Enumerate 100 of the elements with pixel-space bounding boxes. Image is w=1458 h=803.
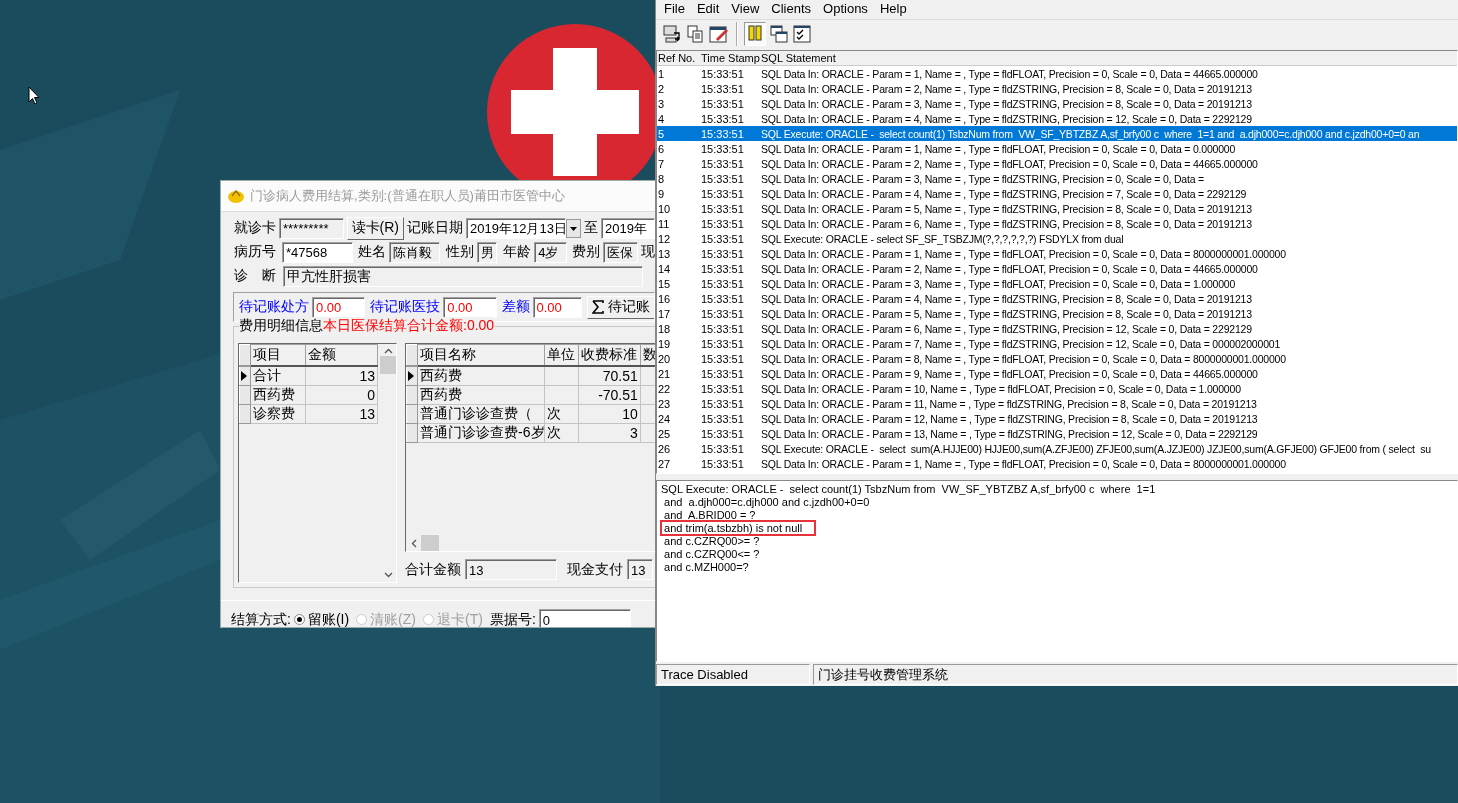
table-cell: 普通门诊诊查费-6岁 [417, 423, 545, 443]
trace-row[interactable]: 1 15:33:51 SQL Data In: ORACLE - Param = 1, Name = , Type = fldFLOAT, Precision = 0, Scale = 0, Data = 44665.000000 [657, 66, 1457, 81]
settlement-total: 本日医保结算合计金额:0.00 [323, 317, 495, 335]
trace-row[interactable]: 17 15:33:51 SQL Data In: ORACLE - Param = 5, Name = , Type = fldZSTRING, Precision = 8, Scale = 0, Data = 20191213 [657, 306, 1457, 321]
edit-icon[interactable] [708, 24, 730, 44]
sex-field[interactable]: 男 [477, 241, 498, 263]
trace-row[interactable]: 19 15:33:51 SQL Data In: ORACLE - Param = 7, Name = , Type = fldZSTRING, Precision = 12, Scale = 0, Data = 000002000001 [657, 336, 1457, 351]
menu-item[interactable]: View [725, 1, 766, 16]
trace-row[interactable]: 21 15:33:51 SQL Data In: ORACLE - Param = 9, Name = , Type = fldFLOAT, Precision = 0, Scale = 0, Data = 44665.000000 [657, 366, 1457, 381]
column-header[interactable]: 金额 [305, 344, 378, 366]
scroll-up-icon[interactable] [383, 348, 393, 354]
trace-row[interactable]: 15 15:33:51 SQL Data In: ORACLE - Param = 3, Name = , Type = fldFLOAT, Precision = 0, Scale = 0, Data = 1.000000 [657, 276, 1457, 291]
trace-row[interactable]: 7 15:33:51 SQL Data In: ORACLE - Param = 2, Name = , Type = fldFLOAT, Precision = 0, Scale = 0, Data = 44665.000000 [657, 156, 1457, 171]
trace-row[interactable]: 16 15:33:51 SQL Data In: ORACLE - Param = 4, Name = , Type = fldZSTRING, Precision = 8, Scale = 0, Data = 20191213 [657, 291, 1457, 306]
age-field[interactable]: 4岁 [534, 241, 567, 263]
column-header[interactable]: 收费标准 [578, 344, 641, 366]
app-icon [227, 188, 245, 204]
table-cell: 次 [544, 404, 579, 424]
trace-row[interactable]: 8 15:33:51 SQL Data In: ORACLE - Param = 3, Name = , Type = fldZSTRING, Precision = 0, Scale = 0, Data = [657, 171, 1457, 186]
scroll-down-icon[interactable] [383, 572, 393, 578]
table-cell: 西药费 [250, 385, 306, 405]
trace-row[interactable]: 25 15:33:51 SQL Data In: ORACLE - Param = 13, Name = , Type = fldZSTRING, Precision = 12, Scale = 0, Data = 2292129 [657, 426, 1457, 441]
date-field[interactable]: 2019年12月13日 [466, 217, 567, 239]
trace-row[interactable]: 2 15:33:51 SQL Data In: ORACLE - Param = 2, Name = , Type = fldZSTRING, Precision = 8, Scale = 0, Data = 20191213 [657, 81, 1457, 96]
column-header[interactable]: Ref No. [657, 52, 701, 64]
trace-row[interactable]: 9 15:33:51 SQL Data In: ORACLE - Param = 4, Name = , Type = fldZSTRING, Precision = 7, Scale = 0, Data = 2292129 [657, 186, 1457, 201]
scroll-left-icon[interactable] [411, 538, 417, 548]
table-cell: 13 [305, 366, 378, 386]
copy-icon[interactable] [685, 24, 705, 44]
card-field[interactable]: ********* [279, 217, 344, 239]
scroll-thumb[interactable] [380, 356, 396, 374]
trace-row[interactable]: 14 15:33:51 SQL Data In: ORACLE - Param = 2, Name = , Type = fldFLOAT, Precision = 0, Scale = 0, Data = 44665.000000 [657, 261, 1457, 276]
field-label: 年龄 [503, 243, 532, 261]
total-field[interactable]: 13 [465, 559, 557, 580]
menu-item[interactable]: Options [817, 1, 874, 16]
trace-row[interactable]: 10 15:33:51 SQL Data In: ORACLE - Param = 5, Name = , Type = fldZSTRING, Precision = 8, Scale = 0, Data = 20191213 [657, 201, 1457, 216]
radio-option[interactable]: 留账(I) [293, 610, 350, 627]
menu-item[interactable]: File [658, 1, 691, 16]
scroll-thumb[interactable] [421, 535, 439, 551]
trace-row[interactable]: 26 15:33:51 SQL Execute: ORACLE - select sum(A.HJJE00) HJJE00,sum(A.ZFJE00) ZFJE00,sum(A.JZJE00) JZJE00,sum(A.GFJE00) GFJE00 from ( select su [657, 441, 1457, 456]
trace-row[interactable]: 18 15:33:51 SQL Data In: ORACLE - Param = 6, Name = , Type = fldZSTRING, Precision = 12, Scale = 0, Data = 2292129 [657, 321, 1457, 336]
menu-item[interactable]: Clients [765, 1, 818, 16]
table-cell: -70.51 [578, 385, 641, 405]
name-field[interactable]: 陈肖毅 [388, 241, 441, 263]
sql-text-area[interactable]: SQL Execute: ORACLE - select count(1) TsbzNum from VW_SF_YBTZBZ A,sf_brfy00 c where 1=1 and a.djh000=c.djh000 and c.jzdh00+0=0 and A.BRID00 = ? and trim(a.tsbzbh) is not null and c.CZRQ00>= ? and c.CZRQ00<= ? and c.MZH000=? [656, 480, 1458, 662]
trace-row[interactable]: 11 15:33:51 SQL Data In: ORACLE - Param = 6, Name = , Type = fldZSTRING, Precision = 8, Scale = 0, Data = 20191213 [657, 216, 1457, 231]
menu-item[interactable]: Edit [690, 1, 726, 16]
record-number-field[interactable]: *47568 [281, 241, 353, 263]
field-label: 记账日期 [407, 219, 464, 237]
pause-icon [746, 24, 764, 42]
trace-row[interactable]: 22 15:33:51 SQL Data In: ORACLE - Param = 10, Name = , Type = fldFLOAT, Precision = 0, Scale = 0, Data = 1.000000 [657, 381, 1457, 396]
trace-row[interactable]: 6 15:33:51 SQL Data In: ORACLE - Param = 1, Name = , Type = fldFLOAT, Precision = 0, Scale = 0, Data = 0.000000 [657, 141, 1457, 156]
field-label: 至 [584, 219, 599, 237]
field-label: 性别 [446, 243, 475, 261]
status-text: Trace Disabled [656, 664, 810, 685]
field-label: 合计金额 [405, 560, 461, 579]
dropdown-icon[interactable] [566, 218, 582, 238]
table-cell: 70.51 [578, 366, 641, 386]
group-title: 费用明细信息 [239, 317, 323, 335]
trace-row[interactable]: 12 15:33:51 SQL Execute: ORACLE - select SF_SF_TSBZJM(?,?,?,?,?,?) FSDYLX from dual [657, 231, 1457, 246]
trace-row[interactable]: 23 15:33:51 SQL Data In: ORACLE - Param = 11, Name = , Type = fldZSTRING, Precision = 8, Scale = 0, Data = 20191213 [657, 396, 1457, 411]
windows-icon[interactable] [769, 24, 789, 44]
table-cell: 西药费 [417, 385, 545, 405]
read-card-button[interactable]: 读卡(R) [346, 216, 405, 240]
field-label: 病历号 [234, 243, 277, 261]
amount-field[interactable]: 0.00 [443, 296, 497, 318]
window-title: 门诊病人费用结算,类别:(普通在职人员)莆田市医管中心 [250, 187, 565, 205]
amount-field[interactable]: 0.00 [532, 296, 582, 318]
diagnosis-field[interactable]: 甲亢性肝损害 [283, 265, 643, 287]
amount-field[interactable]: 0.00 [312, 296, 366, 318]
pending-sum-button[interactable]: 待记账 [587, 295, 654, 319]
date-field[interactable]: 2019年 [601, 217, 655, 239]
pause-button[interactable] [744, 22, 766, 46]
trace-row[interactable]: 20 15:33:51 SQL Data In: ORACLE - Param = 8, Name = , Type = fldFLOAT, Precision = 0, Scale = 0, Data = 8000000001.000000 [657, 351, 1457, 366]
field-label: 现金支付 [567, 560, 623, 579]
trace-row[interactable]: 24 15:33:51 SQL Data In: ORACLE - Param = 12, Name = , Type = fldZSTRING, Precision = 8, Scale = 0, Data = 20191213 [657, 411, 1457, 426]
column-header[interactable]: SQL Statement [761, 52, 836, 64]
receipt-number-field[interactable]: 0 [538, 609, 631, 627]
field-label: 待记账医技 [370, 298, 441, 316]
trace-row[interactable]: 27 15:33:51 SQL Data In: ORACLE - Param = 1, Name = , Type = fldFLOAT, Precision = 0, Scale = 0, Data = 8000000001.000000 [657, 456, 1457, 471]
row-indicator[interactable] [406, 366, 418, 386]
field-label: 现 [641, 243, 655, 261]
trace-row[interactable]: 3 15:33:51 SQL Data In: ORACLE - Param = 3, Name = , Type = fldZSTRING, Precision = 8, Scale = 0, Data = 20191213 [657, 96, 1457, 111]
trace-row[interactable]: 13 15:33:51 SQL Data In: ORACLE - Param = 1, Name = , Type = fldFLOAT, Precision = 0, Scale = 0, Data = 8000000001.000000 [657, 246, 1457, 261]
column-header[interactable]: 项目 [250, 344, 306, 366]
field-label: 差额 [501, 298, 530, 316]
column-header[interactable]: 单位 [544, 344, 579, 366]
trace-row[interactable]: 4 15:33:51 SQL Data In: ORACLE - Param = 4, Name = , Type = fldZSTRING, Precision = 12, Scale = 0, Data = 2292129 [657, 111, 1457, 126]
total-field[interactable]: 13 [627, 559, 653, 580]
checklist-icon[interactable] [792, 24, 812, 44]
fee-type-field[interactable]: 医保 [602, 241, 638, 263]
row-pointer-icon [241, 371, 247, 381]
field-label: 姓名 [357, 243, 386, 261]
menu-item[interactable]: Help [873, 1, 913, 16]
column-header[interactable]: Time Stamp [701, 52, 761, 64]
screen-arrow-icon[interactable] [662, 24, 682, 44]
trace-row[interactable]: 5 15:33:51 SQL Execute: ORACLE - select count(1) TsbzNum from VW_SF_YBTZBZ A,sf_brfy00 c where 1=1 and a.djh000=c.djh000 and c.jzdh00+0=0 an [657, 126, 1457, 141]
row-indicator[interactable] [239, 366, 251, 386]
column-header[interactable]: 项目名称 [417, 344, 545, 366]
table-cell: 合计 [250, 366, 306, 386]
